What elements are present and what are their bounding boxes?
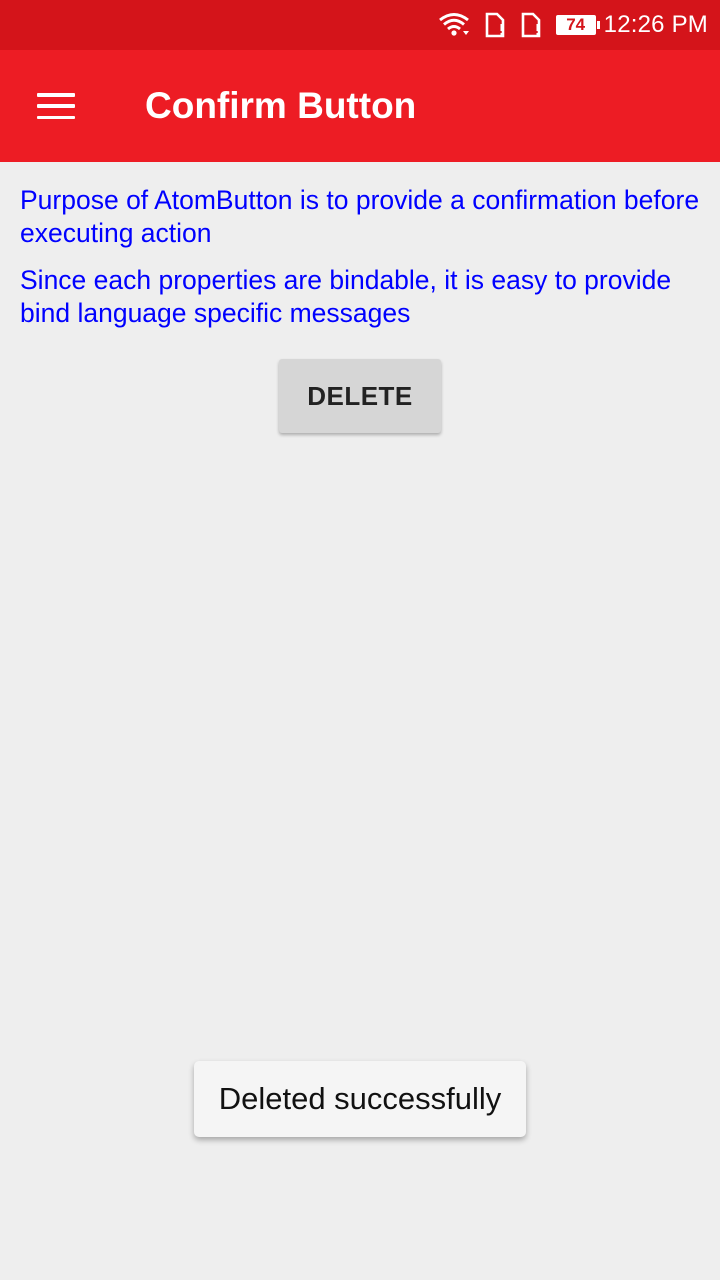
delete-button[interactable]: DELETE [279, 359, 441, 433]
app-bar: Confirm Button [0, 50, 720, 162]
description-text-2: Since each properties are bindable, it i… [20, 265, 672, 328]
battery-icon: 74 [555, 15, 600, 35]
page-title: Confirm Button [145, 85, 417, 126]
sim-card-icon [484, 12, 506, 38]
toast-message: Deleted successfully [218, 1081, 502, 1116]
toast-notification: Deleted successfully [194, 1061, 526, 1137]
description-text-1: Purpose of AtomButton is to provide a co… [20, 185, 700, 248]
status-bar: 74 12:26 PM [0, 0, 720, 50]
status-time: 12:26 PM [603, 11, 708, 38]
hamburger-menu-icon [37, 93, 75, 119]
sim-card-icon [520, 12, 542, 38]
status-icons: 74 12:26 PM [438, 0, 708, 50]
content-area: Purpose of AtomButton is to provide a co… [20, 184, 700, 344]
screen: 74 12:26 PM Confirm Button Purpose of At… [0, 0, 720, 1280]
menu-button[interactable] [22, 80, 90, 132]
wifi-icon [438, 12, 470, 38]
battery-level: 74 [566, 15, 586, 34]
